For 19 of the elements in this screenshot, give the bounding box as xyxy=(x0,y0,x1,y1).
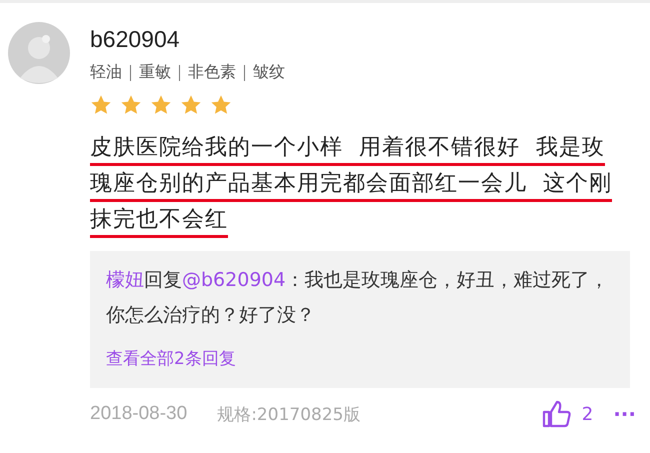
skin-tag: 轻油 xyxy=(90,62,122,83)
star-icon xyxy=(90,94,112,116)
thumbs-up-icon[interactable] xyxy=(542,400,572,428)
skin-tag: 皱纹 xyxy=(253,62,285,83)
skin-tag: 重敏 xyxy=(139,62,171,83)
star-icon xyxy=(180,94,202,116)
star-icon xyxy=(210,94,232,116)
avatar-icon xyxy=(8,22,70,84)
star-icon xyxy=(150,94,172,116)
view-all-replies-link[interactable]: 查看全部2条回复 xyxy=(106,347,236,370)
username[interactable]: b620904 xyxy=(90,26,285,52)
review-text: 皮肤医院给我的一个小样 用着很不错很好 我是玫瑰座仓别的产品基本用完都会面部红一会儿 这个刚抹完也不会红 xyxy=(90,134,613,234)
reply-text: 檬妞回复@b620904：我也是玫瑰座仓，好丑，难过死了，你怎么治疗的？好了没？ xyxy=(106,268,610,328)
like-count: 2 xyxy=(582,404,594,424)
star-icon xyxy=(120,94,142,116)
product-spec: 规格:20170825版 xyxy=(217,404,360,426)
more-button[interactable]: ··· xyxy=(613,402,636,426)
skin-tag: 非色素 xyxy=(188,62,236,83)
review-date: 2018-08-30 xyxy=(90,403,188,425)
